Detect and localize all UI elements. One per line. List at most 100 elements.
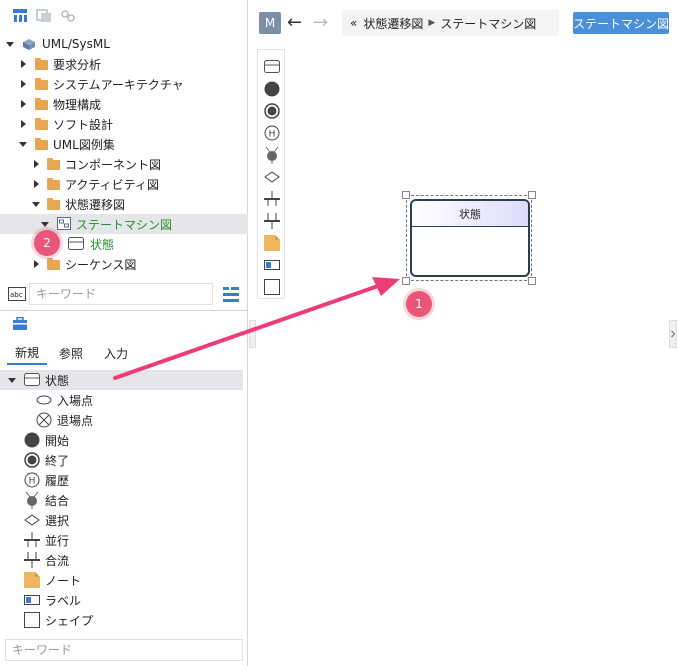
tree-item-label: シーケンス図 bbox=[65, 257, 137, 272]
resize-handle-bottom-left[interactable] bbox=[402, 277, 410, 285]
palette-item-initial[interactable]: 開始 bbox=[0, 430, 243, 450]
tree-search-input[interactable] bbox=[29, 283, 213, 305]
choice-icon[interactable] bbox=[263, 168, 280, 185]
palette-item-choice[interactable]: 選択 bbox=[0, 510, 243, 530]
filter-icon[interactable] bbox=[222, 285, 240, 303]
palette-item-fork[interactable]: 並行 bbox=[0, 530, 243, 550]
palette-item-exit-point[interactable]: 退場点 bbox=[0, 410, 243, 430]
diagram-editor: M ← → « 状態遷移図 ▶ ステートマシン図 ステートマシン図 H 状態 1 bbox=[249, 0, 677, 666]
tree-item-system-architecture[interactable]: システムアーキテクチャ bbox=[0, 74, 248, 94]
junction-icon bbox=[24, 491, 40, 509]
resize-handle-top-right[interactable] bbox=[528, 191, 536, 199]
history-icon[interactable]: H bbox=[263, 124, 280, 141]
palette-item-join[interactable]: 合流 bbox=[0, 550, 243, 570]
tree-item-label: 物理構成 bbox=[53, 97, 102, 112]
tab-input[interactable]: 入力 bbox=[104, 341, 128, 365]
forward-arrow-icon[interactable]: → bbox=[313, 12, 328, 34]
tab-reference[interactable]: 参照 bbox=[59, 341, 83, 365]
tree-view-icon[interactable] bbox=[12, 8, 28, 24]
tree-item-label: ソフト設計 bbox=[53, 117, 114, 132]
abc-field-icon[interactable]: abc bbox=[8, 287, 26, 301]
link-icon[interactable] bbox=[60, 8, 76, 24]
tree-item-state-machine-diagram[interactable]: ステートマシン図 bbox=[0, 214, 248, 234]
resize-handle-top-left[interactable] bbox=[402, 191, 410, 199]
join-icon bbox=[24, 552, 40, 568]
palette-search-input[interactable] bbox=[5, 639, 243, 661]
tree-item-requirements[interactable]: 要求分析 bbox=[0, 54, 248, 74]
label-icon bbox=[24, 595, 40, 605]
fork-icon bbox=[24, 532, 40, 548]
folder-icon bbox=[35, 138, 48, 150]
resize-handle-bottom-right[interactable] bbox=[528, 277, 536, 285]
caret-right-icon[interactable] bbox=[18, 79, 28, 89]
caret-right-icon[interactable] bbox=[31, 259, 41, 269]
caret-down-icon[interactable] bbox=[18, 139, 28, 149]
caret-right-icon[interactable] bbox=[18, 99, 28, 109]
breadcrumb-item[interactable]: 状態遷移図 bbox=[363, 15, 423, 32]
copy-icon[interactable] bbox=[36, 8, 52, 24]
right-panel-collapse-handle[interactable] bbox=[669, 320, 677, 348]
palette-item-shape[interactable]: シェイプ bbox=[0, 610, 243, 630]
palette-item-label: ラベル bbox=[45, 593, 82, 608]
label-icon[interactable] bbox=[263, 256, 280, 273]
caret-down-icon[interactable] bbox=[31, 199, 41, 209]
model-button[interactable]: M bbox=[259, 12, 281, 34]
state-node-title[interactable]: 状態 bbox=[412, 201, 528, 227]
step-badge-2: 2 bbox=[34, 230, 60, 256]
palette-item-entry-point[interactable]: 入場点 bbox=[0, 390, 243, 410]
fork-icon[interactable] bbox=[263, 190, 280, 207]
tree-item-state-transition[interactable]: 状態遷移図 bbox=[0, 194, 248, 214]
left-panel: UML/SysML 要求分析 システムアーキテクチャ 物理構成 ソフト設計 UM… bbox=[0, 0, 248, 666]
state-node[interactable]: 状態 bbox=[410, 199, 530, 277]
palette-item-final[interactable]: 終了 bbox=[0, 450, 243, 470]
initial-node-icon[interactable] bbox=[263, 80, 280, 97]
palette-item-label: 開始 bbox=[45, 433, 70, 448]
state-icon bbox=[24, 373, 40, 386]
back-arrow-icon[interactable]: ← bbox=[287, 12, 302, 34]
tree-item-uml-examples[interactable]: UML図例集 bbox=[0, 134, 248, 154]
caret-right-icon[interactable] bbox=[31, 159, 41, 169]
toolbox-icon[interactable] bbox=[12, 316, 28, 331]
diagram-type-button[interactable]: ステートマシン図 bbox=[573, 12, 669, 34]
caret-down-icon[interactable] bbox=[7, 375, 17, 385]
caret-right-icon[interactable] bbox=[31, 179, 41, 189]
tree-item-software[interactable]: ソフト設計 bbox=[0, 114, 248, 134]
palette-item-label: 退場点 bbox=[57, 413, 94, 428]
tab-new[interactable]: 新規 bbox=[7, 341, 47, 365]
caret-down-icon[interactable] bbox=[5, 39, 15, 49]
caret-right-icon[interactable] bbox=[18, 59, 28, 69]
state-icon[interactable] bbox=[263, 58, 280, 75]
shape-icon bbox=[24, 612, 40, 628]
junction-icon[interactable] bbox=[263, 146, 280, 164]
final-node-icon bbox=[24, 452, 40, 468]
shape-icon[interactable] bbox=[263, 278, 280, 295]
folder-icon bbox=[35, 118, 48, 130]
tree-item-label: UML/SysML bbox=[42, 37, 110, 51]
palette-item-note[interactable]: ノート bbox=[0, 570, 243, 590]
tree-item-physical[interactable]: 物理構成 bbox=[0, 94, 248, 114]
breadcrumb-collapse-icon[interactable]: « bbox=[350, 16, 357, 30]
note-icon[interactable] bbox=[263, 234, 280, 251]
choice-icon bbox=[24, 514, 40, 526]
tree-toolbar bbox=[0, 0, 248, 32]
tree-item-label: ステートマシン図 bbox=[76, 217, 173, 232]
palette-item-label: 結合 bbox=[45, 493, 70, 508]
palette-item-label-shape[interactable]: ラベル bbox=[0, 590, 243, 610]
caret-down-icon[interactable] bbox=[40, 219, 50, 229]
final-node-icon[interactable] bbox=[263, 102, 280, 119]
palette-item-junction[interactable]: 結合 bbox=[0, 490, 243, 510]
palette-item-state[interactable]: 状態 bbox=[0, 370, 243, 390]
breadcrumb-item[interactable]: ステートマシン図 bbox=[440, 15, 536, 32]
svg-text:abc: abc bbox=[10, 291, 23, 299]
join-icon[interactable] bbox=[263, 212, 280, 229]
caret-right-icon[interactable] bbox=[18, 119, 28, 129]
tree-item-sequence[interactable]: シーケンス図 bbox=[0, 254, 248, 274]
palette-item-history[interactable]: H 履歴 bbox=[0, 470, 243, 490]
diagram-icon bbox=[57, 217, 71, 230]
tree-item-label: 状態 bbox=[90, 237, 115, 252]
folder-icon bbox=[35, 58, 48, 70]
tree-item-root[interactable]: UML/SysML bbox=[0, 34, 248, 54]
tree-item-activity[interactable]: アクティビティ図 bbox=[0, 174, 248, 194]
left-panel-collapse-handle[interactable] bbox=[249, 320, 256, 348]
tree-item-component[interactable]: コンポーネント図 bbox=[0, 154, 248, 174]
